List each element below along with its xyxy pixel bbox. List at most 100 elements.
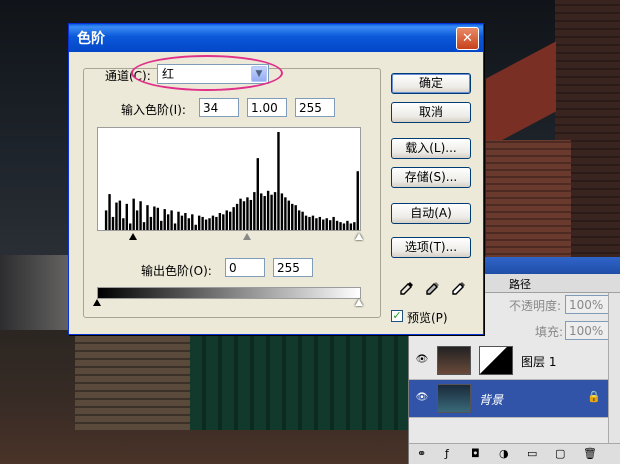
- new-layer-icon[interactable]: ▢: [555, 447, 565, 460]
- histogram-bar: [173, 223, 177, 230]
- house-wall: [486, 140, 571, 260]
- input-gamma-slider[interactable]: [243, 233, 251, 240]
- histogram-bar: [153, 206, 156, 230]
- link-icon[interactable]: ⚭: [417, 447, 426, 460]
- histogram-bar: [156, 207, 160, 230]
- histogram-bar: [235, 203, 239, 230]
- gray-eyedropper-icon[interactable]: [425, 280, 441, 296]
- adjustment-icon[interactable]: ◑: [499, 447, 509, 460]
- input-levels-label: 输入色阶(I):: [121, 103, 186, 117]
- histogram-bar: [191, 214, 194, 230]
- options-button[interactable]: 选项(T)...: [391, 237, 471, 258]
- histogram-bar: [177, 211, 180, 230]
- histogram-bar: [322, 219, 325, 230]
- mask-icon[interactable]: ◘: [471, 447, 480, 460]
- layer-name: 图层 1: [521, 355, 557, 369]
- tab-paths[interactable]: 路径: [509, 276, 531, 292]
- save-button[interactable]: 存储(S)...: [391, 167, 471, 188]
- input-gamma-field[interactable]: 1.00: [247, 98, 287, 117]
- opacity-field[interactable]: 100%: [565, 295, 609, 314]
- cancel-button[interactable]: 取消: [391, 102, 471, 123]
- histogram-bar: [139, 201, 142, 230]
- ok-button[interactable]: 确定: [391, 73, 471, 94]
- fill-field[interactable]: 100%: [565, 321, 609, 340]
- input-white-field[interactable]: 255: [295, 98, 335, 117]
- preview-checkbox[interactable]: ✓: [391, 310, 403, 322]
- histogram-bar: [297, 210, 301, 230]
- histogram-bar: [135, 210, 139, 230]
- output-black-field[interactable]: 0: [225, 258, 265, 277]
- histogram-bar: [160, 220, 163, 230]
- histogram-bar: [187, 218, 191, 230]
- fx-icon[interactable]: ƒ: [445, 447, 449, 460]
- histogram-bar: [239, 198, 242, 230]
- histogram-bar: [325, 218, 328, 230]
- input-black-slider[interactable]: [129, 233, 137, 240]
- histogram-bar: [249, 199, 253, 230]
- layer-row[interactable]: 👁 图层 1: [409, 342, 620, 380]
- histogram-bar: [149, 216, 153, 230]
- histogram: [97, 127, 361, 231]
- close-button[interactable]: ✕: [456, 26, 479, 50]
- histogram-bar: [180, 215, 184, 230]
- histogram-bar: [170, 210, 173, 230]
- histogram-bar: [270, 194, 273, 230]
- opacity-label: 不透明度:: [509, 299, 562, 313]
- fill-label: 填充:: [535, 325, 564, 339]
- lock-icon: 🔒: [587, 390, 601, 403]
- histogram-bar: [218, 213, 222, 230]
- preview-label: 预览(P): [407, 311, 448, 325]
- garage-door: [190, 330, 410, 430]
- histogram-bar: [163, 209, 166, 230]
- histogram-bar: [184, 213, 187, 230]
- panel-toolbar: ⚭ ƒ ◘ ◑ ▭ ▢ 🗑: [409, 443, 620, 464]
- input-black-field[interactable]: 34: [199, 98, 239, 117]
- histogram-bar: [146, 205, 149, 230]
- eye-icon[interactable]: 👁: [415, 392, 429, 404]
- histogram-bar: [204, 219, 208, 230]
- histogram-bar: [208, 218, 211, 230]
- histogram-bar: [263, 196, 266, 230]
- histogram-bar: [311, 215, 315, 230]
- histogram-bar: [108, 194, 111, 230]
- histogram-bar: [273, 192, 277, 230]
- histogram-bar: [197, 215, 201, 230]
- brick-wall: [75, 330, 190, 430]
- histogram-bar: [215, 216, 218, 230]
- auto-button[interactable]: 自动(A): [391, 203, 471, 224]
- histogram-bar: [287, 200, 291, 230]
- histogram-bar: [294, 205, 297, 230]
- trash-icon[interactable]: 🗑: [583, 447, 597, 460]
- histogram-bar: [211, 215, 215, 230]
- input-white-slider[interactable]: [355, 233, 363, 240]
- histogram-bar: [194, 224, 197, 230]
- black-eyedropper-icon[interactable]: [399, 280, 415, 296]
- histogram-bar: [125, 203, 128, 230]
- levels-dialog: 色阶 ✕ 通道(C): 红 ▼ 输入色阶(I): 34 1.00 255 输出色…: [68, 23, 484, 335]
- histogram-bar: [353, 222, 356, 230]
- white-eyedropper-icon[interactable]: [451, 280, 467, 296]
- load-button[interactable]: 载入(L)...: [391, 138, 471, 159]
- output-white-field[interactable]: 255: [273, 258, 313, 277]
- histogram-bar: [266, 190, 270, 230]
- histogram-bar: [229, 211, 232, 230]
- eye-icon[interactable]: 👁: [415, 354, 429, 366]
- histogram-bar: [339, 222, 342, 230]
- layer-row-selected[interactable]: 👁 背景 🔒: [409, 380, 620, 418]
- histogram-bar: [318, 216, 322, 230]
- histogram-bar: [242, 201, 246, 230]
- histogram-bar: [232, 207, 235, 230]
- histogram-bar: [225, 210, 228, 230]
- output-levels-label: 输出色阶(O):: [141, 264, 212, 278]
- output-white-slider[interactable]: [355, 299, 363, 306]
- histogram-bar: [246, 197, 249, 230]
- histogram-bar: [315, 218, 318, 230]
- histogram-bar: [253, 192, 256, 230]
- output-black-slider[interactable]: [93, 299, 101, 306]
- folder-icon[interactable]: ▭: [527, 447, 537, 460]
- dialog-titlebar[interactable]: 色阶 ✕: [69, 24, 483, 52]
- panel-scrollbar[interactable]: [608, 293, 620, 443]
- histogram-bar: [291, 203, 294, 230]
- histogram-bar: [132, 198, 135, 230]
- histogram-bar: [349, 223, 353, 230]
